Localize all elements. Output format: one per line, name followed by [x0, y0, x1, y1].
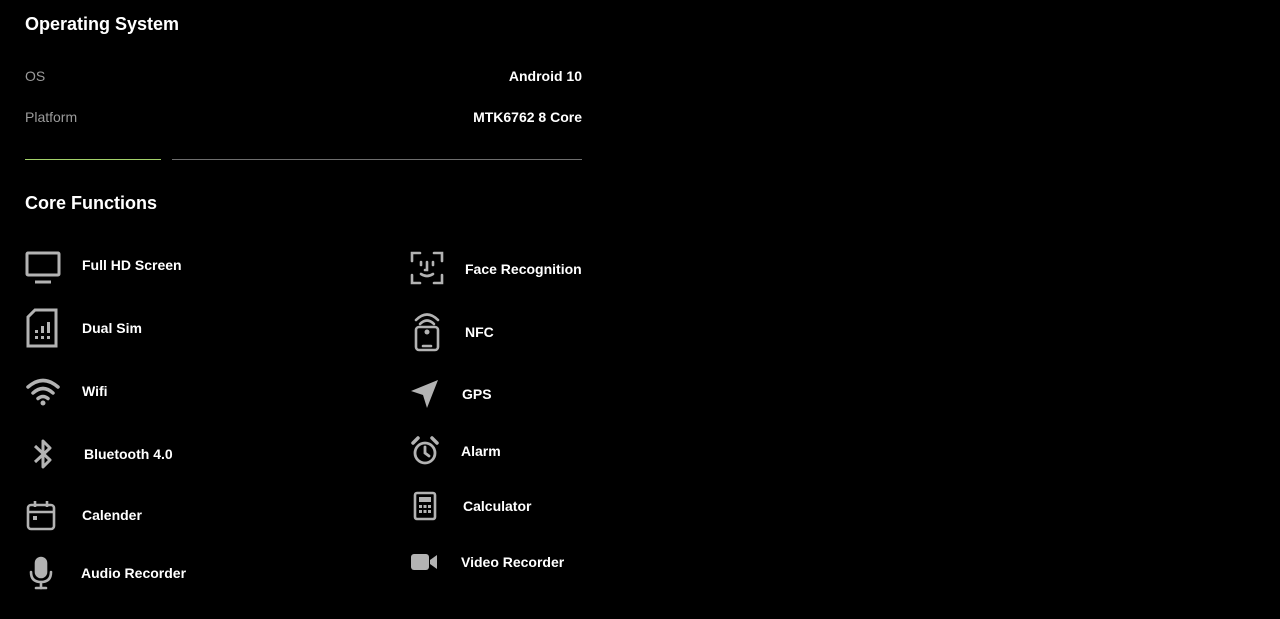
alarm-clock-icon — [410, 431, 450, 471]
video-camera-icon — [410, 542, 450, 582]
core-functions-title: Core Functions — [25, 193, 158, 213]
spec-label: Platform — [25, 109, 78, 125]
nfc-phone-icon — [410, 311, 450, 352]
feature-label: Calculator — [463, 498, 532, 514]
calculator-icon — [410, 486, 450, 526]
monitor-icon — [25, 247, 65, 287]
feature-label: Audio Recorder — [81, 565, 187, 581]
divider — [172, 159, 582, 160]
sim-card-icon — [25, 308, 65, 348]
feature-label: Video Recorder — [461, 554, 565, 570]
feature-label: Bluetooth 4.0 — [84, 446, 173, 462]
feature-label: GPS — [462, 386, 492, 402]
feature-label: Wifi — [82, 383, 108, 399]
bluetooth-icon — [25, 434, 65, 474]
feature-full-hd-screen: Full HD Screen — [25, 247, 225, 287]
spec-label: OS — [25, 68, 46, 84]
face-scan-icon — [410, 248, 450, 288]
operating-system-title: Operating System — [25, 14, 180, 34]
feature-face-recognition: Face Recognition — [410, 248, 582, 288]
feature-video-recorder: Video Recorder — [410, 542, 582, 582]
feature-label: NFC — [465, 324, 494, 340]
calendar-icon — [25, 495, 65, 535]
feature-alarm: Alarm — [410, 431, 582, 471]
feature-wifi: Wifi — [25, 371, 225, 411]
feature-bluetooth: Bluetooth 4.0 — [25, 434, 225, 474]
feature-label: Full HD Screen — [82, 257, 182, 273]
feature-audio-recorder: Audio Recorder — [25, 553, 225, 593]
spec-row-platform: Platform MTK6762 8 Core — [25, 109, 582, 129]
spec-value: Android 10 — [508, 68, 582, 84]
feature-calculator: Calculator — [410, 486, 582, 526]
feature-label: Alarm — [461, 443, 501, 459]
feature-nfc: NFC — [410, 311, 582, 352]
feature-label: Face Recognition — [465, 261, 582, 277]
divider-accent — [25, 159, 161, 160]
feature-label: Calender — [82, 507, 142, 523]
spec-row-os: OS Android 10 — [25, 68, 582, 88]
feature-dual-sim: Dual Sim — [25, 308, 225, 348]
navigation-arrow-icon — [410, 374, 450, 414]
feature-calender: Calender — [25, 495, 225, 535]
wifi-icon — [25, 371, 65, 411]
microphone-icon — [25, 553, 65, 593]
spec-value: MTK6762 8 Core — [473, 109, 582, 125]
feature-label: Dual Sim — [82, 320, 142, 336]
feature-gps: GPS — [410, 374, 582, 414]
